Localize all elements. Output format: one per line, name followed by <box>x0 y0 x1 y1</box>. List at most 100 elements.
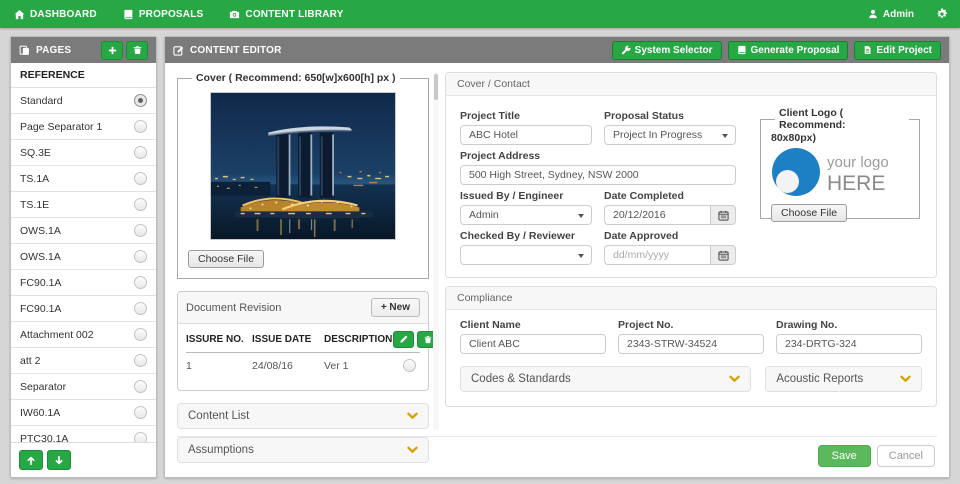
project-no-label: Project No. <box>618 319 674 331</box>
list-item-label: TS.1E <box>20 198 50 211</box>
chevron-down-icon <box>900 375 911 383</box>
list-item[interactable]: IW60.1A <box>11 400 156 426</box>
pages-panel-header: PAGES <box>11 37 156 63</box>
left-column-scrollbar[interactable] <box>433 72 439 430</box>
list-item-radio[interactable] <box>134 172 147 185</box>
list-item-label: Standard <box>20 94 63 107</box>
acoustic-reports-collapsible[interactable]: Acoustic Reports <box>765 366 922 392</box>
project-title-input[interactable] <box>460 125 592 145</box>
date-completed-input[interactable] <box>604 205 710 225</box>
list-item[interactable]: Attachment 002 <box>11 322 156 348</box>
list-item[interactable]: OWS.1A <box>11 244 156 270</box>
drawing-no-label: Drawing No. <box>776 319 838 331</box>
edit-project-button[interactable]: Edit Project <box>854 40 941 60</box>
list-item[interactable]: FC90.1A <box>11 296 156 322</box>
new-revision-button[interactable]: + New <box>370 298 420 317</box>
drawing-no-input[interactable] <box>776 334 922 354</box>
generate-proposal-button[interactable]: Generate Proposal <box>727 40 849 60</box>
date-approved-input[interactable] <box>604 245 710 265</box>
list-item-radio[interactable] <box>134 302 147 315</box>
date-approved-calendar-button[interactable] <box>710 245 736 265</box>
codes-standards-collapsible[interactable]: Codes & Standards <box>460 366 752 392</box>
book-icon <box>737 45 747 55</box>
save-button[interactable]: Save <box>817 445 871 467</box>
logo-choose-file-button[interactable]: Choose File <box>771 204 848 222</box>
book-icon <box>123 9 134 20</box>
project-address-input[interactable] <box>460 165 736 185</box>
list-item-radio[interactable] <box>134 146 147 159</box>
list-item[interactable]: Separator <box>11 374 156 400</box>
cover-choose-file-button[interactable]: Choose File <box>188 250 265 268</box>
list-item-radio[interactable] <box>134 354 147 367</box>
list-item-radio[interactable] <box>134 120 147 133</box>
content-list-collapsible[interactable]: Content List <box>177 403 429 429</box>
arrow-up-icon <box>26 455 36 466</box>
list-item[interactable]: SQ.3E <box>11 140 156 166</box>
list-item[interactable]: TS.1A <box>11 166 156 192</box>
list-item-radio[interactable] <box>134 328 147 341</box>
checked-by-select[interactable] <box>460 245 592 265</box>
nav-item-proposals[interactable]: PROPOSALS <box>110 0 217 28</box>
list-item-radio[interactable] <box>134 380 147 393</box>
assumptions-collapsible[interactable]: Assumptions <box>177 437 429 463</box>
nav-item-dashboard[interactable]: DASHBOARD <box>12 0 110 28</box>
client-logo-preview: your logo HERE <box>772 148 889 196</box>
list-item[interactable]: TS.1E <box>11 192 156 218</box>
pages-list[interactable]: REFERENCE Standard Page Separator 1 SQ.3… <box>11 63 156 442</box>
nav-item-content-library[interactable]: CONTENT LIBRARY <box>216 0 356 28</box>
chevron-down-icon <box>729 375 741 383</box>
nav-item-label: CONTENT LIBRARY <box>245 8 344 20</box>
issued-by-select[interactable]: Admin <box>460 205 592 225</box>
project-no-input[interactable] <box>618 334 764 354</box>
wrench-icon <box>621 45 631 55</box>
compliance-title: Compliance <box>446 287 936 310</box>
pages-panel-title: PAGES <box>36 44 72 56</box>
nav-user-admin[interactable]: Admin <box>868 9 914 20</box>
move-up-button[interactable] <box>19 450 43 470</box>
issued-by-label: Issued By / Engineer <box>460 190 564 202</box>
nav-item-label: DASHBOARD <box>30 8 97 20</box>
content-editor-header: CONTENT EDITOR System Selector Generate … <box>165 37 949 63</box>
list-item-radio[interactable] <box>134 276 147 289</box>
date-completed-calendar-button[interactable] <box>710 205 736 225</box>
home-icon <box>14 9 25 20</box>
client-name-input[interactable] <box>460 334 606 354</box>
editor-left-column: Cover ( Recommend: 650[w]x600[h] px ) Ch… <box>177 72 439 463</box>
date-approved-label: Date Approved <box>604 230 679 242</box>
list-item-radio[interactable] <box>134 224 147 237</box>
cancel-button[interactable]: Cancel <box>876 445 935 467</box>
client-logo-legend-line2: 80x80px) <box>771 132 816 144</box>
list-item-label: IW60.1A <box>20 406 61 419</box>
delete-page-button[interactable] <box>126 40 148 60</box>
list-item[interactable]: Standard <box>11 88 156 114</box>
list-item-radio[interactable] <box>134 406 147 419</box>
list-item[interactable]: FC90.1A <box>11 270 156 296</box>
list-item[interactable]: att 2 <box>11 348 156 374</box>
add-page-button[interactable] <box>101 40 123 60</box>
content-list-label: Content List <box>188 410 250 422</box>
document-revision-title: Document Revision <box>186 301 282 314</box>
system-selector-button[interactable]: System Selector <box>611 40 722 60</box>
list-item-radio[interactable] <box>134 250 147 263</box>
list-item[interactable]: OWS.1A <box>11 218 156 244</box>
edit-revision-button[interactable] <box>393 331 415 348</box>
list-item[interactable]: Page Separator 1 <box>11 114 156 140</box>
calendar-icon <box>717 250 729 261</box>
client-logo-legend: Client Logo ( Recommend: <box>779 107 846 131</box>
list-item[interactable]: PTC30.1A <box>11 426 156 442</box>
pencil-square-icon <box>173 45 184 56</box>
gear-icon[interactable] <box>936 8 948 20</box>
cover-image-preview <box>210 92 396 240</box>
list-item-radio[interactable] <box>134 198 147 211</box>
file-text-icon <box>863 45 872 55</box>
pencil-icon <box>399 335 408 344</box>
list-item-label: Page Separator 1 <box>20 120 103 133</box>
document-revision-panel: Document Revision + New ISSURE NO. ISSUE… <box>177 291 439 391</box>
proposal-status-select[interactable]: Project In Progress <box>604 125 736 145</box>
column-header: DESCRIPTION <box>324 334 393 345</box>
acoustic-reports-label: Acoustic Reports <box>776 373 864 385</box>
revision-row-radio[interactable] <box>403 359 416 372</box>
list-item-radio[interactable] <box>134 94 147 107</box>
list-item-radio[interactable] <box>134 432 147 442</box>
move-down-button[interactable] <box>47 450 71 470</box>
